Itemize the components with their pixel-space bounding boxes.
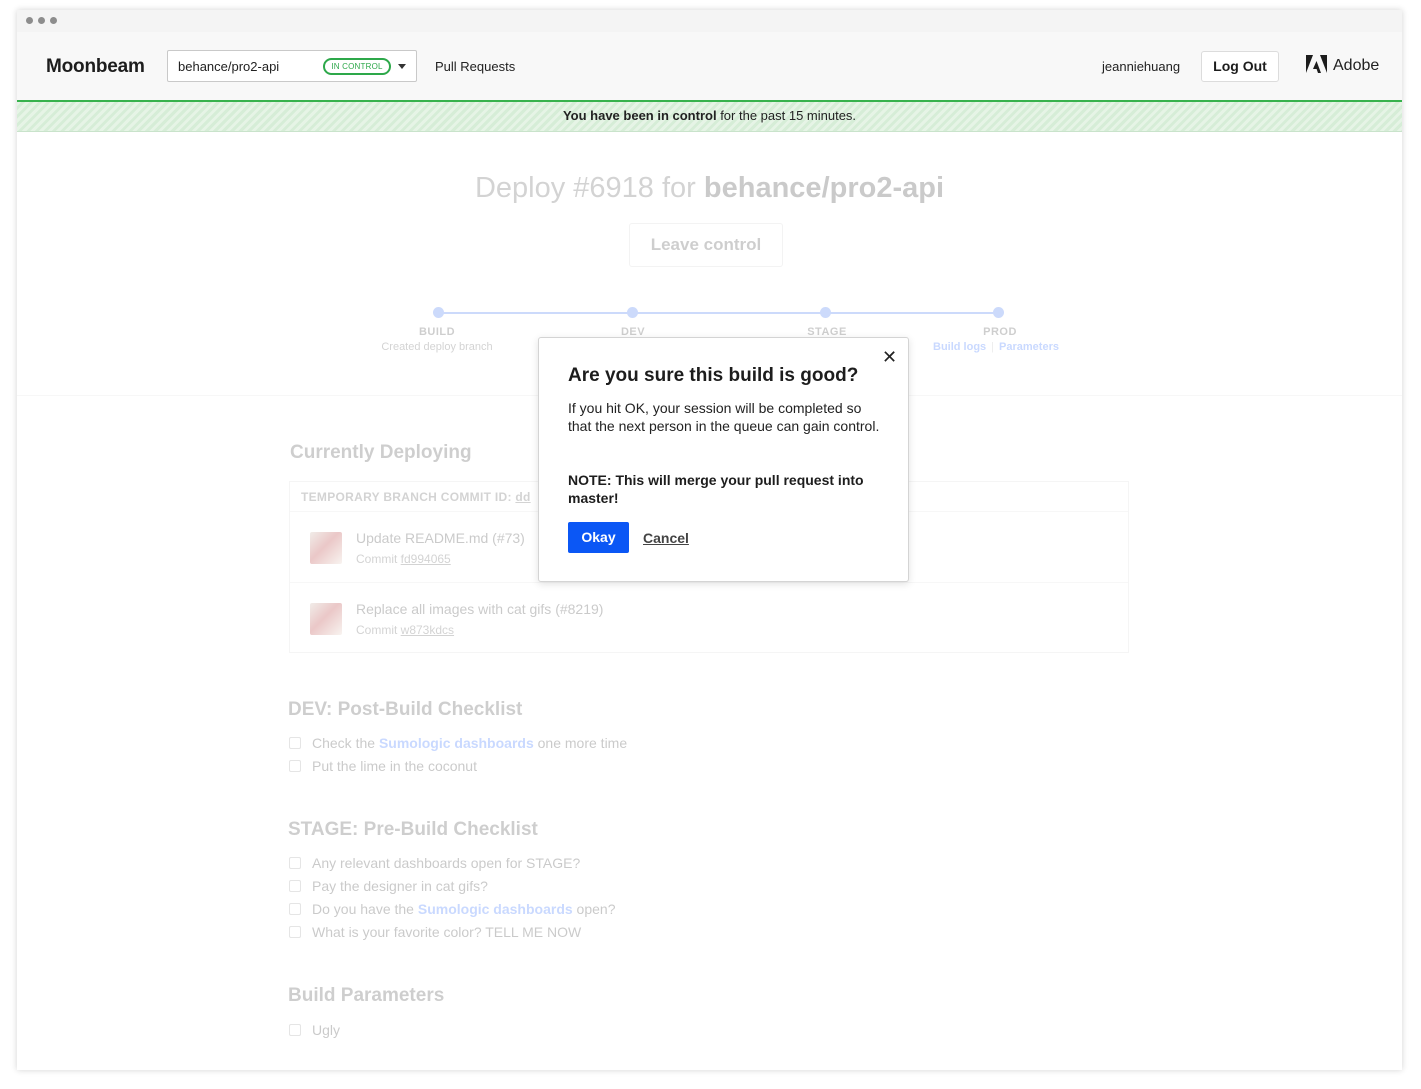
stage-prod-label: PROD — [983, 326, 1017, 338]
checkbox[interactable] — [289, 880, 301, 892]
repo-select-value: behance/pro2-api — [178, 59, 280, 74]
confirm-dialog: ✕ Are you sure this build is good? If yo… — [538, 337, 909, 582]
link-separator: | — [991, 341, 995, 353]
username: jeanniehuang — [1102, 59, 1181, 74]
checkbox[interactable] — [289, 1024, 301, 1036]
control-banner: You have been in control for the past 15… — [17, 102, 1402, 132]
leave-control-button[interactable]: Leave control — [629, 223, 783, 267]
adobe-brand: Adobe — [1306, 55, 1379, 75]
stage-dot — [993, 307, 1004, 318]
okay-button[interactable]: Okay — [568, 522, 629, 553]
checklist-text: Any relevant dashboards open for STAGE? — [312, 855, 581, 871]
page-title-prefix: Deploy #6918 for — [474, 172, 704, 204]
banner-text: for the past 15 minutes. — [716, 108, 857, 123]
stage-dot — [820, 307, 831, 318]
checkbox[interactable] — [289, 737, 301, 749]
commit-meta: Commit fd994065 — [356, 552, 451, 566]
checkbox[interactable] — [289, 857, 301, 869]
avatar — [310, 532, 342, 564]
checklist-text: Ugly — [312, 1022, 341, 1038]
prod-links: Build logs | Parameters — [933, 341, 1059, 353]
commit-header-label: TEMPORARY BRANCH COMMIT ID: — [301, 490, 516, 504]
window-dot-icon — [26, 17, 33, 24]
build-logs-link[interactable]: Build logs — [933, 341, 986, 353]
commit-label: Commit — [356, 623, 401, 637]
checklist-text: What is your favorite color? TELL ME NOW — [312, 924, 582, 940]
commit-title: Replace all images with cat gifs (#8219) — [356, 601, 604, 617]
stage-dot — [433, 307, 444, 318]
in-control-badge: IN CONTROL — [323, 58, 391, 75]
commit-hash-link[interactable]: w873kdcs — [401, 623, 454, 637]
stage-checklist-title: STAGE: Pre-Build Checklist — [288, 819, 538, 840]
dialog-note: NOTE: This will merge your pull request … — [568, 472, 864, 506]
build-params-title: Build Parameters — [288, 985, 445, 1006]
window-dot-icon — [38, 17, 45, 24]
page-title: Deploy #6918 for behance/pro2-api — [17, 172, 1402, 205]
sumologic-link[interactable]: Sumologic dashboards — [379, 735, 534, 751]
dialog-title: Are you sure this build is good? — [568, 365, 859, 386]
checklist-item[interactable]: What is your favorite color? TELL ME NOW — [289, 924, 581, 940]
checkbox[interactable] — [289, 926, 301, 938]
commit-label: Commit — [356, 552, 401, 566]
window-chrome — [17, 10, 1402, 32]
pipeline-track — [439, 312, 999, 314]
commit-hash-link[interactable]: fd994065 — [401, 552, 451, 566]
sumologic-link[interactable]: Sumologic dashboards — [418, 901, 573, 917]
checklist-item[interactable]: Check the Sumologic dashboards one more … — [289, 735, 627, 751]
cancel-button[interactable]: Cancel — [643, 530, 689, 546]
dialog-body: If you hit OK, your session will be comp… — [568, 400, 880, 434]
repo-select[interactable]: behance/pro2-api IN CONTROL — [167, 50, 417, 82]
checkbox[interactable] — [289, 903, 301, 915]
checklist-text: Do you have the — [312, 901, 418, 917]
top-nav: Moonbeam behance/pro2-api IN CONTROL Pul… — [17, 32, 1402, 102]
logout-button[interactable]: Log Out — [1201, 51, 1279, 82]
close-icon[interactable]: ✕ — [882, 348, 897, 366]
checklist-text: open? — [572, 901, 616, 917]
commit-row: Replace all images with cat gifs (#8219)… — [290, 583, 1128, 654]
checklist-text: one more time — [533, 735, 628, 751]
avatar — [310, 603, 342, 635]
window-dot-icon — [50, 17, 57, 24]
dev-checklist-title: DEV: Post-Build Checklist — [288, 699, 523, 720]
stage-build-sub: Created deploy branch — [381, 341, 493, 353]
parameters-link[interactable]: Parameters — [999, 341, 1059, 353]
checkbox[interactable] — [289, 760, 301, 772]
banner-bold: You have been in control — [562, 108, 717, 123]
currently-deploying-title: Currently Deploying — [290, 442, 472, 463]
commit-title: Update README.md (#73) — [356, 530, 525, 546]
commit-meta: Commit w873kdcs — [356, 623, 454, 637]
checklist-item[interactable]: Any relevant dashboards open for STAGE? — [289, 855, 580, 871]
page-title-repo: behance/pro2-api — [703, 172, 945, 204]
nav-pull-requests-link[interactable]: Pull Requests — [435, 59, 515, 74]
brand-logo[interactable]: Moonbeam — [46, 56, 145, 78]
checklist-text: Put the lime in the coconut — [312, 758, 477, 774]
chevron-down-icon — [398, 64, 406, 69]
stage-dot — [627, 307, 638, 318]
stage-build-label: BUILD — [418, 326, 456, 338]
checklist-text: Check the — [312, 735, 379, 751]
checklist-item[interactable]: Pay the designer in cat gifs? — [289, 878, 488, 894]
branch-commit-id[interactable]: dd — [515, 490, 530, 504]
checklist-item[interactable]: Do you have the Sumologic dashboards ope… — [289, 901, 616, 917]
adobe-label: Adobe — [1333, 57, 1380, 74]
adobe-logo-icon — [1306, 55, 1327, 73]
checklist-item[interactable]: Put the lime in the coconut — [289, 758, 477, 774]
checklist-item[interactable]: Ugly — [289, 1022, 340, 1038]
checklist-text: Pay the designer in cat gifs? — [312, 878, 488, 894]
